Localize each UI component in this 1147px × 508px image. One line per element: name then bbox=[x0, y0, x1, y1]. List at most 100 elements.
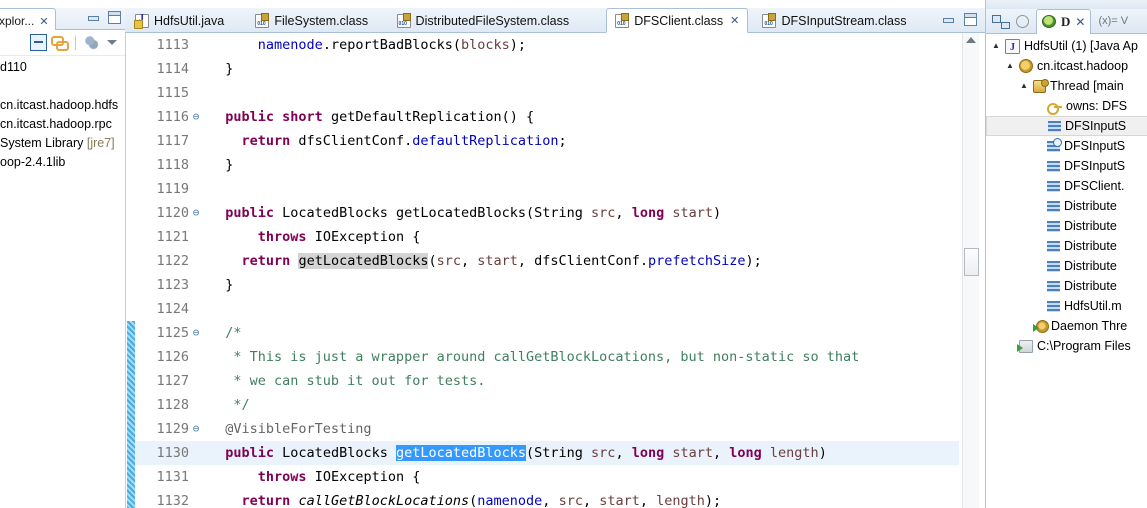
debug-tree-row[interactable]: ▲ cn.itcast.hadoop bbox=[986, 56, 1147, 76]
view-menu-icon[interactable] bbox=[83, 34, 100, 51]
editor-tab-filesystem-class[interactable]: FileSystem.class bbox=[247, 8, 376, 33]
fold-collapse-icon[interactable]: ⊖ bbox=[189, 201, 203, 225]
code-line[interactable]: 1117· return dfsClientConf.defaultReplic… bbox=[135, 129, 959, 153]
code-token: } bbox=[209, 157, 234, 173]
expand-arrow-icon[interactable]: ▲ bbox=[1020, 76, 1029, 96]
maximize-icon[interactable] bbox=[108, 11, 121, 24]
tab-variables-label[interactable]: (x)= V bbox=[1098, 15, 1128, 27]
editor-tab-distributedfilesystem-class[interactable]: DistributedFileSystem.class bbox=[389, 8, 578, 33]
code-token: public bbox=[225, 445, 275, 461]
code-token: ; bbox=[558, 133, 567, 149]
editor-tab-dfsinputstream-class[interactable]: DFSInputStream.class bbox=[754, 8, 914, 33]
code-token: IOException { bbox=[306, 229, 421, 245]
scrollbar-thumb[interactable] bbox=[964, 248, 979, 276]
code-token: IOException { bbox=[306, 469, 421, 485]
editor-tab-hdfsutil-java[interactable]: HdfsUtil.java bbox=[127, 8, 232, 33]
class-file-icon bbox=[396, 12, 411, 28]
debug-panel-topstrip bbox=[986, 0, 1147, 9]
debug-tree-row[interactable]: ▲ Thread [main bbox=[986, 76, 1147, 96]
close-icon[interactable]: ✕ bbox=[730, 14, 739, 27]
code-token: return bbox=[241, 493, 291, 508]
view-dropdown-icon[interactable] bbox=[104, 34, 121, 51]
line-number: 1114 bbox=[156, 61, 189, 77]
debug-tree-row[interactable]: Distribute bbox=[986, 276, 1147, 296]
link-with-editor-icon[interactable] bbox=[51, 34, 69, 51]
editor-tab-dfsclient-class[interactable]: DFSClient.class ✕ bbox=[606, 8, 749, 33]
debug-tree-label: Distribute bbox=[1064, 219, 1117, 233]
code-line[interactable]: 1129 ⊖ @VisibleForTesting bbox=[135, 417, 959, 441]
debug-tree-row[interactable]: Daemon Thre bbox=[986, 316, 1147, 336]
code-line[interactable]: 1119· bbox=[135, 177, 959, 201]
debug-tree-row[interactable]: DFSInputS bbox=[986, 136, 1147, 156]
tab-package-explorer[interactable]: xplor... ✕ bbox=[0, 8, 56, 30]
debug-tree-row[interactable]: Distribute bbox=[986, 236, 1147, 256]
editor-vertical-scrollbar[interactable] bbox=[962, 33, 979, 508]
code-text: public short getDefaultReplication() { bbox=[203, 105, 534, 129]
debug-tree-row[interactable]: ▲ HdfsUtil (1) [Java Ap bbox=[986, 36, 1147, 58]
editor-tab-label: DistributedFileSystem.class bbox=[415, 13, 570, 28]
code-text: } bbox=[203, 273, 233, 297]
tab-debug[interactable]: D ✕ bbox=[1036, 8, 1092, 34]
code-line[interactable]: 1128· */ bbox=[135, 393, 959, 417]
minimize-icon[interactable] bbox=[942, 13, 954, 25]
debug-perspective-label: D bbox=[1061, 13, 1071, 29]
debug-tree-row[interactable]: Distribute bbox=[986, 216, 1147, 236]
debug-tree-row[interactable]: DFSClient. bbox=[986, 176, 1147, 196]
fold-collapse-icon[interactable]: ⊖ bbox=[189, 105, 203, 129]
tree-item[interactable]: d110 bbox=[0, 58, 125, 77]
debug-tree-row[interactable]: DFSInputS bbox=[986, 116, 1147, 136]
code-token: prefetchSize bbox=[647, 253, 746, 269]
code-line[interactable]: 1120 ⊖ public LocatedBlocks getLocatedBlo… bbox=[135, 201, 959, 225]
tree-item[interactable]: System Library [jre7] bbox=[0, 134, 125, 153]
debug-target-icon bbox=[1019, 59, 1033, 73]
code-line[interactable]: 1132· return callGetBlockLocations(namen… bbox=[135, 489, 959, 508]
code-line[interactable]: 1122· return getLocatedBlocks(src, start… bbox=[135, 249, 959, 273]
line-number: 1121 bbox=[156, 229, 189, 245]
code-line[interactable]: 1115· bbox=[135, 81, 959, 105]
fold-placeholder: · bbox=[189, 249, 203, 273]
code-line[interactable]: 1121· throws IOException { bbox=[135, 225, 959, 249]
expand-arrow-icon[interactable]: ▲ bbox=[992, 36, 1001, 56]
code-line[interactable]: 1125 ⊖ /* bbox=[135, 321, 959, 345]
code-token: ) bbox=[712, 205, 722, 221]
maximize-icon[interactable] bbox=[964, 13, 977, 26]
code-line[interactable]: 1118· } bbox=[135, 153, 959, 177]
fold-collapse-icon[interactable]: ⊖ bbox=[189, 321, 203, 345]
code-line[interactable]: 1113· namenode.reportBadBlocks(blocks); bbox=[135, 33, 959, 57]
code-token: src bbox=[591, 205, 616, 221]
code-token: ); bbox=[745, 253, 762, 269]
debug-tree-row[interactable]: HdfsUtil.m bbox=[986, 296, 1147, 316]
debug-tree-row[interactable]: Distribute bbox=[986, 256, 1147, 276]
tree-item[interactable]: cn.itcast.hadoop.rpc bbox=[0, 115, 125, 134]
close-icon[interactable]: ✕ bbox=[39, 15, 48, 28]
code-token: return bbox=[241, 133, 291, 149]
code-line[interactable]: 1131· throws IOException { bbox=[135, 465, 959, 489]
open-perspective-icon[interactable] bbox=[1016, 14, 1029, 28]
minimize-icon[interactable] bbox=[87, 11, 99, 23]
close-icon[interactable]: ✕ bbox=[1075, 15, 1085, 29]
restore-perspective-icon[interactable] bbox=[992, 13, 1010, 30]
fold-collapse-icon[interactable]: ⊖ bbox=[189, 417, 203, 441]
code-line[interactable]: 1116 ⊖ public short getDefaultReplication… bbox=[135, 105, 959, 129]
scroll-up-arrow-icon[interactable] bbox=[966, 37, 976, 43]
code-line[interactable]: 1114· } bbox=[135, 57, 959, 81]
fold-placeholder: · bbox=[189, 81, 203, 105]
collapse-all-icon[interactable] bbox=[30, 34, 47, 51]
tree-item[interactable]: cn.itcast.hadoop.hdfs bbox=[0, 96, 125, 115]
code-line[interactable]: 1130· public LocatedBlocks getLocatedBlo… bbox=[135, 441, 959, 465]
code-line[interactable]: 1124· bbox=[135, 297, 959, 321]
expand-arrow-icon[interactable]: ▲ bbox=[1006, 56, 1015, 76]
code-line[interactable]: 1123· } bbox=[135, 273, 959, 297]
code-token: , bbox=[615, 445, 632, 461]
code-line[interactable]: 1127· * we can stub it out for tests. bbox=[135, 369, 959, 393]
code-line[interactable]: 1126· * This is just a wrapper around ca… bbox=[135, 345, 959, 369]
debug-tree-row[interactable]: owns: DFS bbox=[986, 96, 1147, 116]
debug-tree-row[interactable]: DFSInputS bbox=[986, 156, 1147, 176]
fold-placeholder: · bbox=[189, 393, 203, 417]
code-viewport[interactable]: 1113· namenode.reportBadBlocks(blocks);1… bbox=[135, 33, 959, 508]
code-token: long bbox=[729, 445, 762, 461]
debug-tree-row[interactable]: Distribute bbox=[986, 196, 1147, 216]
tree-item[interactable]: oop-2.4.1lib bbox=[0, 153, 125, 172]
debug-tree-row[interactable]: C:\Program Files bbox=[986, 336, 1147, 356]
debug-tree-label: Distribute bbox=[1064, 199, 1117, 213]
